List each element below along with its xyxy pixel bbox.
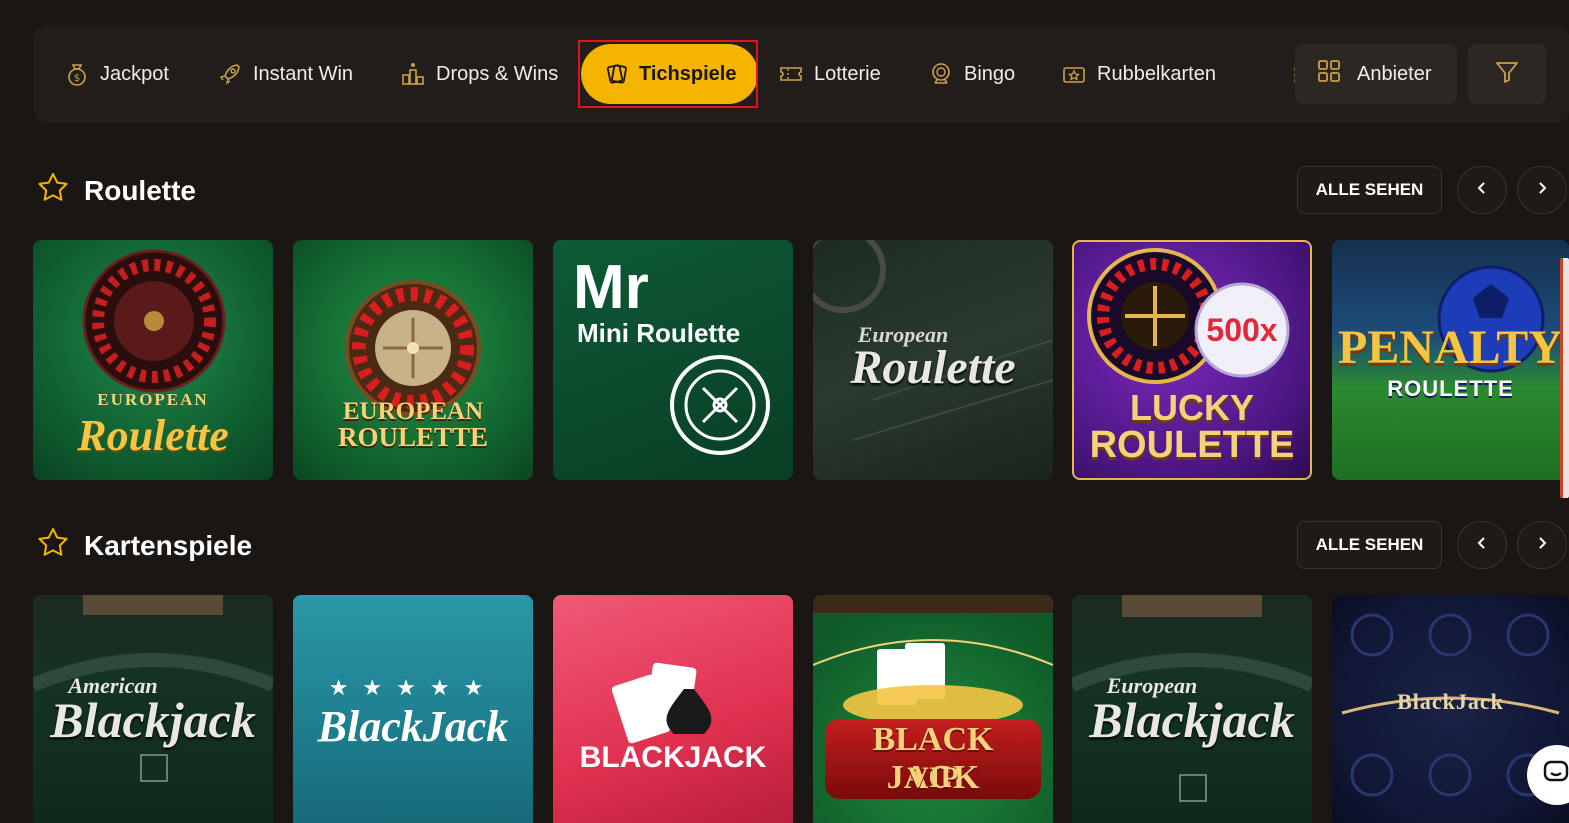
game-tile[interactable]: PENALTY ROULETTE (1332, 240, 1569, 480)
game-title-line2: Blackjack (1089, 692, 1295, 748)
section-title: Kartenspiele (84, 529, 253, 561)
game-title-line2: ROULETTE (337, 422, 489, 452)
filter-icon (1494, 59, 1520, 90)
providers-label: Anbieter (1357, 62, 1432, 85)
star-icon (36, 171, 70, 210)
category-label: Jackpot (100, 62, 169, 85)
game-tile[interactable]: BLACK JACK VIP (813, 595, 1053, 823)
category-jackpot[interactable]: $ Jackpot (64, 25, 169, 123)
svg-text:$: $ (74, 73, 80, 84)
game-title-line1: PENALTY (1338, 321, 1563, 374)
game-tile[interactable]: EUROPEAN Roulette (33, 240, 273, 480)
filter-button[interactable] (1468, 44, 1546, 104)
highlight-box (578, 40, 758, 108)
star-icon (36, 526, 70, 565)
money-bag-icon: $ (64, 61, 90, 87)
game-tile[interactable]: BLACKJACK (553, 595, 793, 823)
game-tile[interactable]: American Blackjack (33, 595, 273, 823)
category-rubbelkarten[interactable]: Rubbelkarten (1061, 25, 1216, 123)
game-tile[interactable]: Mr Mini Roulette (553, 240, 793, 480)
prev-button[interactable] (1457, 521, 1507, 569)
game-tile[interactable]: ★★★★★ BlackJack (293, 595, 533, 823)
grid-icon (1317, 59, 1341, 89)
category-label: Rubbelkarten (1097, 62, 1216, 85)
category-label: Instant Win (253, 62, 354, 85)
game-tile[interactable]: European Blackjack (1072, 595, 1312, 823)
category-drops-wins[interactable]: Drops & Wins (400, 25, 558, 123)
next-button[interactable] (1517, 521, 1567, 569)
ticket-icon (778, 61, 804, 87)
game-title-line1: 500x (1206, 312, 1278, 348)
scrollbar[interactable] (1560, 258, 1569, 498)
next-button[interactable] (1517, 166, 1567, 214)
chat-icon (1542, 758, 1569, 793)
game-title-line2: Mini Roulette (577, 318, 741, 348)
game-title-line3: ROULETTE (1089, 424, 1295, 466)
category-bingo[interactable]: Bingo (928, 25, 1015, 123)
game-title-line2: Roulette (850, 341, 1016, 394)
section-header-kartenspiele: Kartenspiele (36, 526, 252, 565)
game-title-line1: BLACKJACK (579, 741, 767, 774)
game-title-line2: LUCKY (1130, 387, 1254, 428)
prev-button[interactable] (1457, 166, 1507, 214)
game-tile[interactable]: EUROPEAN ROULETTE (293, 240, 533, 480)
category-lotterie[interactable]: Lotterie (778, 25, 881, 123)
game-title-line2: ROULETTE (1387, 376, 1514, 401)
game-title-line1: Mr (573, 253, 649, 322)
rocket-icon (217, 61, 243, 87)
game-tile[interactable]: European Roulette (813, 240, 1053, 480)
roulette-wheel-graphic (345, 280, 481, 416)
section-header-roulette: Roulette (36, 171, 196, 210)
game-title-line1: EUROPEAN (97, 390, 209, 409)
category-label: Bingo (964, 62, 1016, 85)
game-title-line1: BlackJack (317, 702, 509, 751)
chevron-right-icon (1535, 536, 1549, 555)
chevron-left-icon (1475, 181, 1489, 200)
chevron-left-icon (1475, 536, 1489, 555)
game-title-line2: Blackjack (50, 692, 256, 748)
casino-page: $ Jackpot Instant Win Drops & Wins Tichs… (0, 0, 1569, 823)
podium-icon (400, 61, 426, 87)
see-all-button[interactable]: ALLE SEHEN (1297, 166, 1442, 214)
roulette-icon (670, 355, 770, 455)
category-label: Lotterie (814, 62, 881, 85)
playing-cards-graphic (611, 662, 712, 744)
game-title-line1: BlackJack (1397, 689, 1504, 714)
see-all-button[interactable]: ALLE SEHEN (1297, 521, 1442, 569)
game-title-line2: VIP (907, 761, 959, 794)
category-instant-win[interactable]: Instant Win (217, 25, 353, 123)
game-title-line2: Roulette (77, 411, 229, 460)
category-label: Drops & Wins (436, 62, 559, 85)
game-tile[interactable]: 500x LUCKY ROULETTE (1072, 240, 1312, 480)
stars-decoration: ★★★★★ (328, 675, 498, 700)
section-title: Roulette (84, 174, 196, 206)
roulette-wheel-graphic (82, 249, 226, 393)
providers-button[interactable]: Anbieter (1295, 44, 1457, 104)
scratch-card-icon (1061, 61, 1087, 87)
chevron-right-icon (1535, 181, 1549, 200)
bingo-ball-icon (928, 61, 954, 87)
